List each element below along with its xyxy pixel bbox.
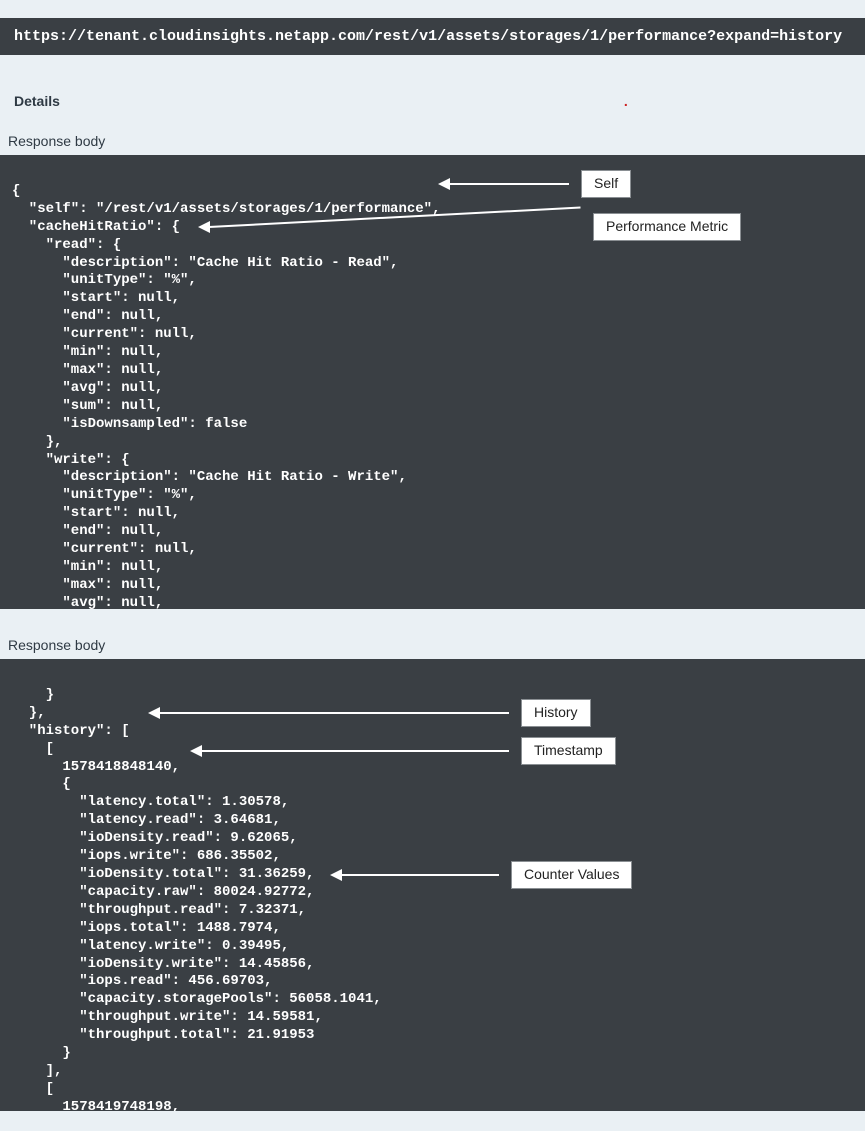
response-body-top: { "self": "/rest/v1/assets/storages/1/pe… [0,155,865,609]
annotation-performance-metric-label: Performance Metric [593,213,741,241]
request-url-bar: https://tenant.cloudinsights.netapp.com/… [0,18,865,55]
response-body-heading-top: Response body [0,123,865,155]
annotation-history: History [148,699,591,727]
response-body-heading-bottom: Response body [0,627,865,659]
response-body-bottom: } }, "history": [ [ 1578418848140, { "la… [0,659,865,1111]
annotation-timestamp: Timestamp [190,737,616,765]
annotation-counter-values: Counter Values [330,861,632,889]
response-body-top-code: { "self": "/rest/v1/assets/storages/1/pe… [12,183,440,609]
annotation-self: Self [438,170,631,198]
annotation-counter-values-label: Counter Values [511,861,632,889]
annotation-timestamp-label: Timestamp [521,737,616,765]
details-heading: Details . [0,87,865,123]
annotation-performance-metric: Performance Metric [198,213,741,241]
annotation-self-label: Self [581,170,631,198]
annotation-history-label: History [521,699,591,727]
